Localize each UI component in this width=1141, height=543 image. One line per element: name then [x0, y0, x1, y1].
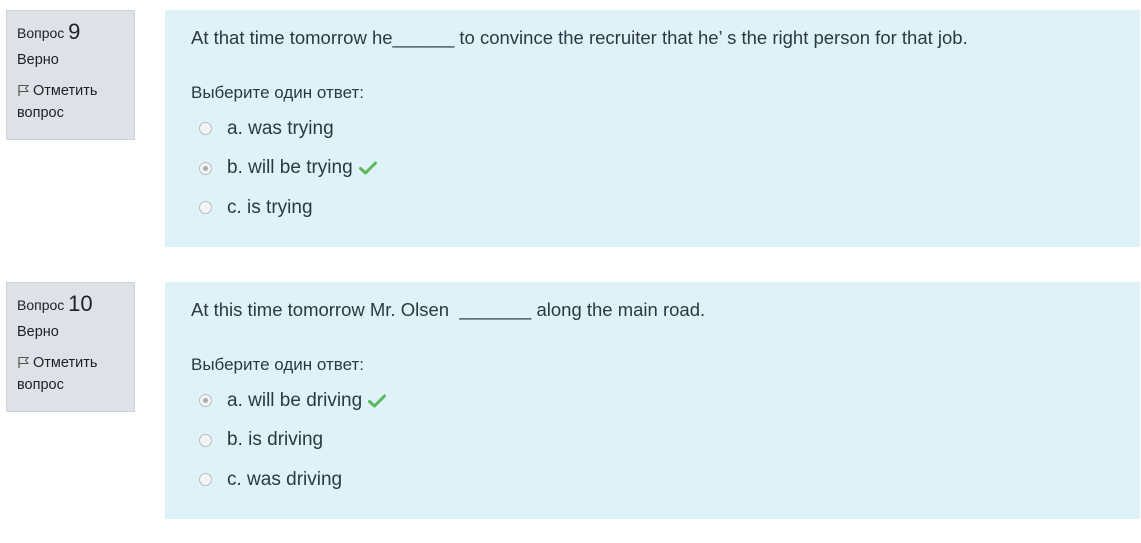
question-label: Вопрос	[17, 297, 65, 313]
flag-question-button[interactable]: Отметить вопрос	[17, 80, 124, 124]
question-state: Верно	[17, 324, 59, 340]
answer-prompt: Выберите один ответ:	[191, 355, 364, 374]
answer-option-c[interactable]: c. is trying	[191, 188, 1114, 228]
answer-list: a. will be driving b. is driving c. was …	[191, 381, 1114, 500]
answer-radio[interactable]	[199, 201, 212, 215]
answer-prompt: Выберите один ответ:	[191, 83, 364, 102]
flag-icon	[18, 357, 30, 368]
answer-option-a[interactable]: a. will be driving	[191, 381, 1114, 421]
answer-option-a[interactable]: a. was trying	[191, 109, 1114, 149]
answer-label: c. is trying	[227, 196, 313, 218]
question-text: At this time tomorrow Mr. Olsen _______ …	[191, 299, 706, 320]
answer-radio[interactable]	[199, 122, 212, 136]
answer-option-c[interactable]: c. was driving	[191, 460, 1114, 500]
answer-label: b. will be trying	[227, 157, 353, 179]
question-info: Вопрос 10 Верно Отметить вопрос	[6, 282, 135, 412]
question-number-line: Вопрос 10	[17, 291, 124, 318]
answer-radio[interactable]	[199, 433, 212, 447]
answer-radio[interactable]	[199, 394, 212, 408]
question-number-line: Вопрос 9	[17, 19, 124, 46]
flag-icon	[18, 85, 30, 96]
question-number: 9	[68, 19, 81, 44]
check-icon	[368, 394, 387, 408]
answer-label: a. was trying	[227, 117, 334, 139]
answer-label: a. will be driving	[227, 389, 363, 411]
question-content: At that time tomorrow he______ to convin…	[165, 10, 1140, 247]
flag-question-button[interactable]: Отметить вопрос	[17, 352, 124, 396]
answer-option-b[interactable]: b. will be trying	[191, 149, 1114, 189]
answer-radio[interactable]	[199, 473, 212, 487]
question-text: At that time tomorrow he______ to convin…	[191, 27, 968, 48]
answer-option-b[interactable]: b. is driving	[191, 421, 1114, 461]
question-state: Верно	[17, 52, 59, 68]
question-label: Вопрос	[17, 25, 65, 41]
question-content: At this time tomorrow Mr. Olsen _______ …	[165, 282, 1140, 519]
answer-radio[interactable]	[199, 161, 212, 175]
answer-label: c. was driving	[227, 468, 343, 490]
question-info: Вопрос 9 Верно Отметить вопрос	[6, 10, 135, 140]
answer-label: b. is driving	[227, 429, 324, 451]
question-number: 10	[68, 291, 93, 316]
check-icon	[358, 161, 377, 175]
answer-list: a. was trying b. will be trying c. is tr…	[191, 109, 1114, 228]
